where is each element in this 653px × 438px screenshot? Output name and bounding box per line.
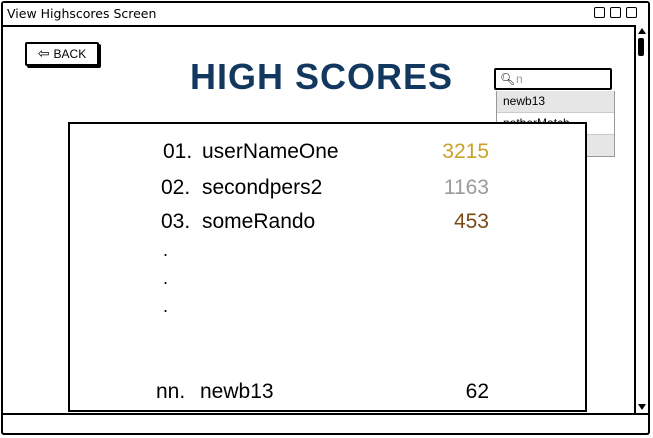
back-button[interactable]: ⇦ BACK bbox=[25, 42, 99, 66]
score-name: userNameOne bbox=[202, 140, 339, 163]
score-rank: nn. bbox=[156, 380, 186, 403]
current-user-row: nn. newb13 62 bbox=[70, 380, 585, 408]
score-row: 01. userNameOne 3215 bbox=[70, 140, 585, 168]
search-icon: 🔍︎ bbox=[500, 72, 516, 86]
search-input[interactable] bbox=[516, 71, 606, 87]
score-value: 3215 bbox=[442, 140, 489, 163]
title-bar: View Highscores Screen bbox=[3, 3, 648, 27]
page-title: HIGH SCORES bbox=[190, 56, 454, 97]
score-rank: 03. bbox=[161, 210, 191, 233]
scroll-up-icon[interactable] bbox=[638, 28, 646, 34]
score-name: secondpers2 bbox=[202, 176, 323, 199]
scores-panel: 01. userNameOne 3215 02. secondpers2 116… bbox=[68, 122, 587, 412]
score-value: 453 bbox=[453, 210, 489, 233]
scroll-down-icon[interactable] bbox=[638, 404, 646, 410]
score-row: 03. someRando 453 bbox=[70, 210, 585, 238]
ellipsis-dot: . bbox=[163, 240, 169, 260]
vertical-scrollbar[interactable] bbox=[634, 25, 648, 413]
ellipsis-dot: . bbox=[163, 268, 169, 288]
score-value: 62 bbox=[465, 380, 489, 403]
score-name: newb13 bbox=[200, 380, 274, 403]
score-rank: 02. bbox=[161, 176, 191, 199]
arrow-left-icon: ⇦ bbox=[37, 46, 50, 62]
suggestion-item[interactable]: newb13 bbox=[497, 91, 614, 113]
score-name: someRando bbox=[202, 210, 316, 233]
score-value: 1163 bbox=[443, 176, 489, 199]
scroll-thumb[interactable] bbox=[638, 38, 644, 56]
back-button-label: BACK bbox=[53, 47, 87, 61]
score-rank: 01. bbox=[163, 140, 193, 163]
minimize-button[interactable] bbox=[594, 7, 605, 18]
ellipsis-dot: . bbox=[163, 296, 169, 316]
maximize-button[interactable] bbox=[610, 7, 621, 18]
status-bar bbox=[3, 413, 648, 433]
search-box[interactable]: 🔍︎ bbox=[494, 68, 612, 90]
window-title: View Highscores Screen bbox=[7, 6, 157, 21]
score-row: 02. secondpers2 1163 bbox=[70, 176, 585, 204]
close-button[interactable] bbox=[626, 7, 637, 18]
